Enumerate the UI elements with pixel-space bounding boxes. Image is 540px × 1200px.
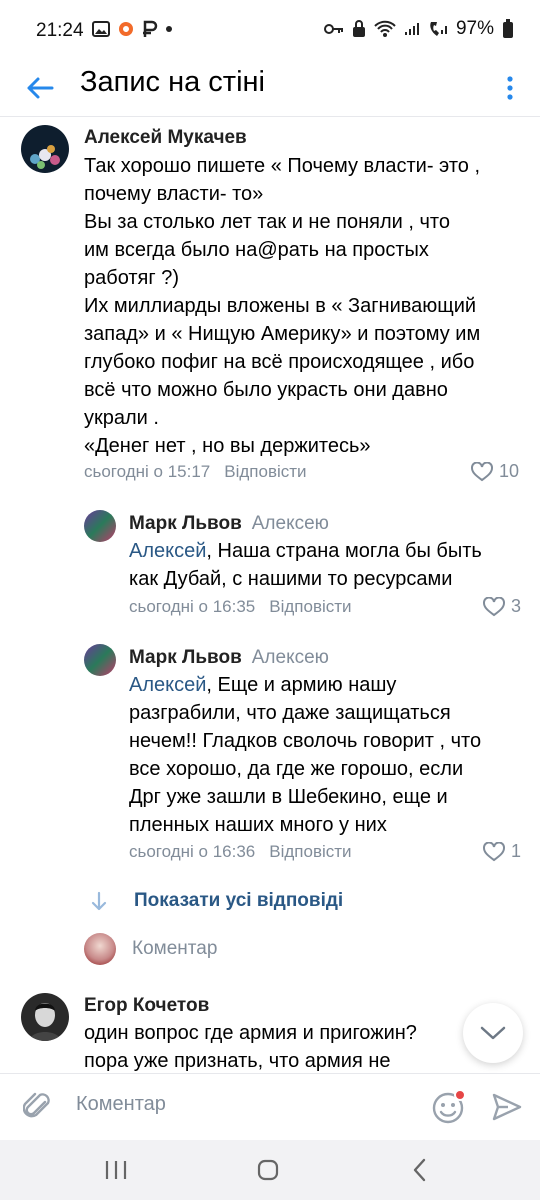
recents-button[interactable] — [86, 1150, 146, 1190]
author-name[interactable]: Марк Львов — [129, 513, 242, 534]
like-count: 3 — [511, 596, 522, 616]
send-icon — [492, 1093, 522, 1121]
home-button[interactable] — [238, 1150, 298, 1190]
show-all-replies-label: Показати усі відповіді — [134, 890, 344, 911]
comment-composer: Коментар — [0, 1073, 540, 1140]
signal-icon — [404, 23, 419, 35]
comment-text: один вопрос где армия и пригожин? пора у… — [84, 1022, 417, 1072]
send-button[interactable] — [488, 1088, 526, 1126]
comment: Алексей Мукачев Так хорошо пишете « Поче… — [0, 117, 540, 497]
like-button[interactable]: 10 — [471, 461, 519, 482]
comment: Егор Кочетов один вопрос где армия и при… — [0, 987, 540, 1073]
recents-icon — [105, 1161, 127, 1179]
more-options-button[interactable] — [498, 68, 522, 108]
thread-reply-field[interactable]: Коментар — [84, 933, 217, 965]
comment-author[interactable]: Егор Кочетов — [84, 995, 209, 1017]
app-bar: Запис на стіні — [0, 60, 540, 117]
avatar[interactable] — [84, 644, 116, 676]
heart-icon — [471, 461, 493, 481]
more-vertical-icon — [507, 76, 513, 100]
reply-button[interactable]: Відповісти — [269, 842, 351, 861]
status-bar: 21:24 97% — [0, 0, 540, 60]
reply-button[interactable]: Відповісти — [269, 597, 351, 616]
page-title: Запис на стіні — [80, 66, 265, 98]
reply-to[interactable]: Алексею — [252, 647, 329, 668]
avatar[interactable] — [21, 993, 69, 1041]
back-button[interactable] — [20, 68, 60, 108]
comment-time: сьогодні о 15:17 — [84, 462, 211, 481]
back-icon — [413, 1158, 426, 1182]
chevron-down-icon — [480, 1026, 506, 1040]
comments-feed[interactable]: Алексей Мукачев Так хорошо пишете « Поче… — [0, 117, 540, 1073]
dot-icon — [166, 26, 172, 32]
paperclip-icon — [23, 1092, 50, 1118]
scroll-down-button[interactable] — [463, 1003, 523, 1063]
like-button[interactable]: 3 — [483, 596, 521, 617]
emoji-icon — [432, 1089, 466, 1124]
comment-author: Марк Львов Алексею — [129, 513, 329, 535]
thread-reply-placeholder: Коментар — [132, 938, 218, 959]
comment-author: Марк Львов Алексею — [129, 647, 329, 669]
comment-input[interactable]: Коментар — [76, 1093, 166, 1116]
show-all-replies-button[interactable]: Показати усі відповіді — [90, 890, 343, 912]
reply-to[interactable]: Алексею — [252, 513, 329, 534]
like-count: 10 — [499, 461, 520, 481]
p-app-icon — [143, 20, 158, 37]
comment-text: Так хорошо пишете « Почему власти- это ,… — [84, 155, 481, 457]
comment-reply: Марк Львов Алексею Алексей, Наша страна м… — [0, 502, 540, 622]
back-arrow-icon — [27, 77, 54, 99]
back-nav-button[interactable] — [390, 1150, 450, 1190]
comment-text: Алексей, Еще и армию нашу разграбили, чт… — [129, 674, 482, 836]
reply-button[interactable]: Відповісти — [224, 462, 306, 481]
like-count: 1 — [511, 841, 522, 861]
author-name[interactable]: Марк Львов — [129, 647, 242, 668]
app-notification-icon — [119, 22, 133, 36]
comment-time: сьогодні о 16:35 — [129, 597, 256, 616]
status-time: 21:24 — [36, 20, 84, 41]
battery-percent: 97% — [455, 18, 494, 39]
mention-link[interactable]: Алексей — [129, 540, 206, 562]
arrow-down-icon — [91, 891, 107, 911]
comment-author[interactable]: Алексей Мукачев — [84, 127, 247, 149]
wifi-icon — [374, 20, 396, 37]
comment-reply: Марк Львов Алексею Алексей, Еще и армию н… — [0, 636, 540, 876]
battery-icon — [503, 19, 513, 38]
avatar[interactable] — [21, 125, 69, 173]
comment-time: сьогодні о 16:36 — [129, 842, 256, 861]
comment-text: Алексей, Наша страна могла бы быть как Д… — [129, 540, 482, 590]
user-avatar — [84, 933, 116, 965]
volte-icon — [430, 22, 447, 36]
heart-icon — [483, 841, 505, 861]
like-button[interactable]: 1 — [483, 841, 521, 862]
emoji-button[interactable] — [430, 1088, 468, 1126]
system-nav-bar — [0, 1140, 540, 1200]
key-icon — [323, 24, 343, 34]
attach-button[interactable] — [20, 1088, 56, 1124]
mention-link[interactable]: Алексей — [129, 674, 206, 696]
avatar[interactable] — [84, 510, 116, 542]
lock-icon — [352, 20, 365, 37]
heart-icon — [483, 596, 505, 616]
gallery-icon — [92, 21, 110, 37]
home-icon — [257, 1159, 279, 1181]
